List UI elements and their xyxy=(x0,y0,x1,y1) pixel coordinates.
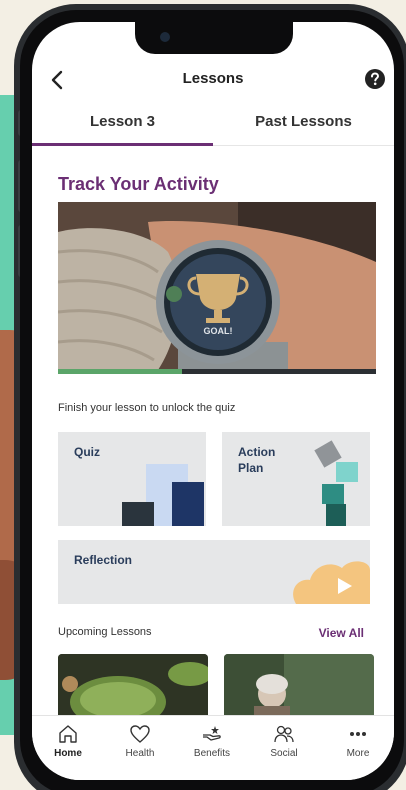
top-navigation-bar: Lessons xyxy=(32,62,394,98)
nav-benefits-label: Benefits xyxy=(193,748,231,759)
cloud-play-illustration xyxy=(293,561,370,604)
help-icon[interactable] xyxy=(364,68,386,90)
nav-health-label: Health xyxy=(125,748,155,759)
nav-social-label: Social xyxy=(270,748,298,759)
soup-bowls-image xyxy=(58,654,208,716)
heart-icon xyxy=(130,725,150,743)
stacked-blocks-illustration xyxy=(314,440,358,526)
nav-more-label: More xyxy=(346,748,370,759)
upcoming-lesson-thumbnail-person[interactable] xyxy=(224,654,374,716)
tab-past-lessons[interactable]: Past Lessons xyxy=(213,102,394,146)
nav-home[interactable]: Home xyxy=(32,724,104,759)
phone-notch xyxy=(135,22,293,54)
reflection-card[interactable]: Reflection xyxy=(58,540,370,604)
lesson-tabs: Lesson 3 Past Lessons xyxy=(32,102,394,146)
nav-more[interactable]: More xyxy=(322,724,394,759)
bottom-navigation-bar: Home Health Benefits Social More xyxy=(32,715,394,780)
upcoming-lesson-thumbnail-food[interactable] xyxy=(58,654,208,716)
home-icon xyxy=(59,725,77,743)
unlock-hint-text: Finish your lesson to unlock the quiz xyxy=(58,402,236,414)
nav-benefits[interactable]: Benefits xyxy=(176,724,248,759)
front-camera xyxy=(160,32,170,42)
benefits-hand-icon xyxy=(203,726,221,741)
people-icon xyxy=(274,725,294,743)
smiling-person-image xyxy=(224,654,374,716)
action-plan-card[interactable]: Action Plan xyxy=(222,432,370,526)
smartwatch-illustration: GOAL! xyxy=(58,202,376,370)
quiz-card[interactable]: Quiz xyxy=(58,432,206,526)
app-screen: Lessons Lesson 3 Past Lessons Track Your… xyxy=(32,22,394,780)
nav-health[interactable]: Health xyxy=(104,724,176,759)
watch-goal-text: GOAL! xyxy=(204,326,233,336)
tab-lesson-3[interactable]: Lesson 3 xyxy=(32,102,213,146)
quiz-bars-illustration xyxy=(122,464,204,526)
view-all-link[interactable]: View All xyxy=(319,626,364,640)
more-dots-icon xyxy=(350,732,366,736)
nav-social[interactable]: Social xyxy=(248,724,320,759)
active-tab-indicator xyxy=(32,143,213,146)
lesson-video-thumbnail[interactable]: GOAL! xyxy=(58,202,376,370)
lesson-title: Track Your Activity xyxy=(58,174,219,194)
upcoming-lessons-heading: Upcoming Lessons xyxy=(58,626,152,638)
nav-home-label: Home xyxy=(54,748,82,759)
video-progress-fill xyxy=(58,369,183,374)
page-title: Lessons xyxy=(182,70,244,87)
